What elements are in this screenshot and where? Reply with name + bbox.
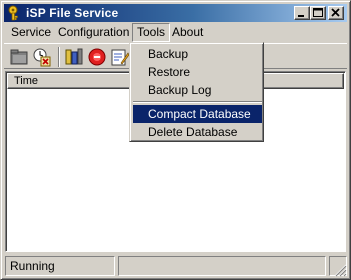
minimize-button[interactable] xyxy=(294,6,310,20)
status-bar: Running xyxy=(4,255,347,277)
maximize-icon xyxy=(313,8,323,17)
stop-icon[interactable] xyxy=(87,47,107,67)
title-bar[interactable]: iSP File Service xyxy=(4,4,347,22)
maximize-button[interactable] xyxy=(310,6,326,20)
menu-tools[interactable]: Tools xyxy=(132,23,171,42)
menu-item-delete-database[interactable]: Delete Database xyxy=(133,123,262,141)
toolbar-separator xyxy=(58,47,60,67)
menu-item-backup[interactable]: Backup xyxy=(133,45,262,63)
menu-about[interactable]: About xyxy=(167,23,208,42)
menu-item-restore[interactable]: Restore xyxy=(133,63,262,81)
menu-item-compact-database[interactable]: Compact Database xyxy=(133,105,262,123)
tools-dropdown-menu: Backup Restore Backup Log Compact Databa… xyxy=(129,42,264,142)
app-window: iSP File Service Service Configuration T… xyxy=(0,0,351,280)
status-panel-2 xyxy=(118,256,326,276)
folder-icon[interactable] xyxy=(9,47,29,67)
window-title: iSP File Service xyxy=(26,6,119,20)
menu-item-backup-log[interactable]: Backup Log xyxy=(133,81,262,99)
minimize-icon xyxy=(298,15,304,17)
edit-icon[interactable] xyxy=(110,47,130,67)
menu-service[interactable]: Service xyxy=(6,23,56,42)
close-button[interactable] xyxy=(328,6,344,20)
service-config-icon[interactable] xyxy=(64,47,84,67)
settings-clock-icon[interactable] xyxy=(32,47,52,67)
menu-bar: Service Configuration Tools About xyxy=(4,23,347,42)
menu-configuration[interactable]: Configuration xyxy=(53,23,134,42)
resize-grip-icon[interactable] xyxy=(333,263,347,277)
menu-separator xyxy=(133,101,262,103)
app-key-icon xyxy=(8,5,18,21)
status-text: Running xyxy=(5,256,115,276)
close-icon xyxy=(331,8,340,17)
